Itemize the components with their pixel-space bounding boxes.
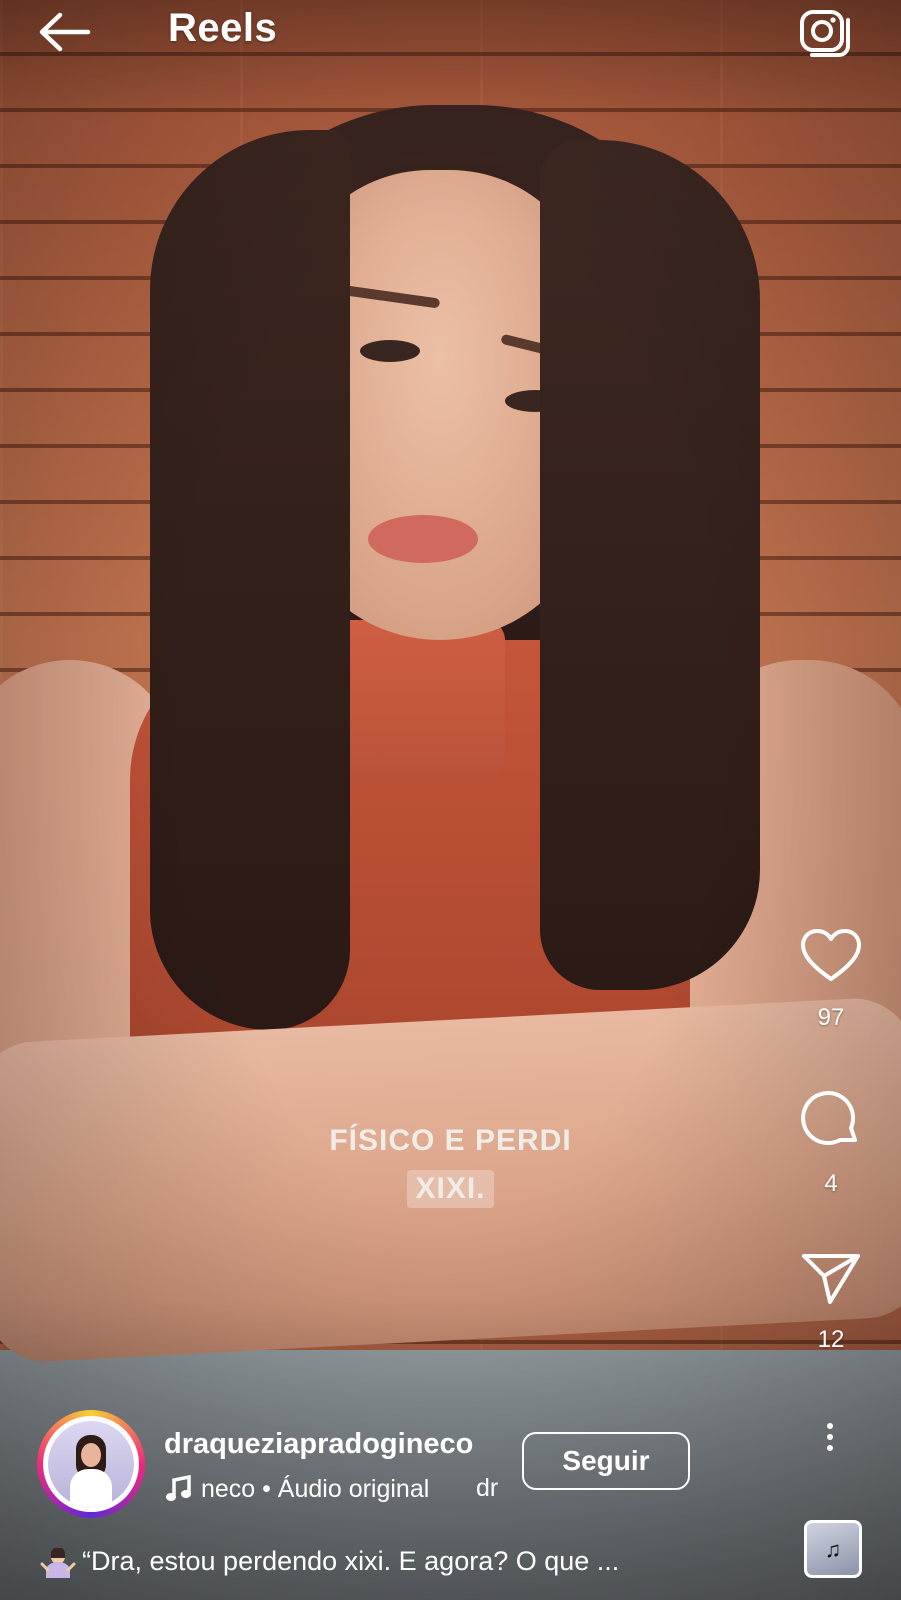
share-action: 12 xyxy=(790,1250,872,1354)
reel-video[interactable] xyxy=(0,0,901,1600)
page-title: Reels xyxy=(168,6,278,50)
music-note-icon: ♫ xyxy=(824,1537,842,1562)
follow-button[interactable]: Seguir xyxy=(522,1432,690,1490)
share-count: 12 xyxy=(817,1326,845,1353)
arrow-left-icon xyxy=(39,12,91,52)
heart-icon[interactable] xyxy=(800,928,862,984)
paper-plane-icon[interactable] xyxy=(800,1250,862,1306)
author-username[interactable]: draqueziapradogineco xyxy=(164,1428,473,1461)
avatar-border xyxy=(43,1416,139,1512)
audio-title: neco • Áudio original xyxy=(200,1474,430,1503)
avatar-face xyxy=(81,1443,101,1467)
music-note-icon xyxy=(166,1475,191,1502)
camera-icon xyxy=(800,10,850,57)
comment-icon[interactable] xyxy=(800,1088,862,1150)
more-options-button[interactable] xyxy=(818,1418,842,1462)
more-vertical-icon xyxy=(818,1423,842,1451)
comment-count: 4 xyxy=(824,1170,838,1197)
author-avatar[interactable] xyxy=(37,1410,145,1518)
audio-info[interactable]: neco • Áudio original dr xyxy=(164,1474,504,1510)
comment-action: 4 xyxy=(790,1088,872,1198)
audio-thumbnail[interactable]: ♫ xyxy=(804,1520,862,1578)
audio-title-scroll: dr xyxy=(476,1474,499,1502)
back-button[interactable] xyxy=(36,10,92,54)
post-description[interactable]: “Dra, estou perdendo xixi. E agora? O qu… xyxy=(40,1546,730,1578)
like-count: 97 xyxy=(817,1004,845,1031)
like-action: 97 xyxy=(790,928,872,1032)
avatar-image xyxy=(48,1421,134,1507)
avatar-body xyxy=(70,1469,112,1507)
description-text: “Dra, estou perdendo xixi. E agora? O qu… xyxy=(82,1546,620,1576)
person-shrugging-emoji-icon xyxy=(40,1546,76,1578)
camera-button[interactable] xyxy=(798,6,856,58)
reels-header: Reels xyxy=(0,0,901,64)
